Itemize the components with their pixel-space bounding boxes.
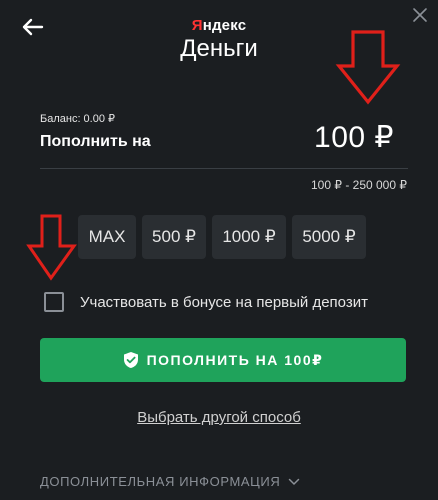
logo-word-rest: ндекс (202, 17, 247, 34)
yandex-money-logo: Яндекс Деньги (0, 18, 438, 64)
deposit-button-label: ПОПОЛНИТЬ НА 100₽ (146, 351, 324, 368)
preset-1000-button[interactable]: 1000 ₽ (212, 215, 286, 259)
deposit-button[interactable]: ПОПОЛНИТЬ НА 100₽ (40, 338, 406, 382)
logo-subtitle: Деньги (180, 35, 258, 62)
bonus-checkbox[interactable] (44, 292, 64, 312)
deposit-label: Пополнить на (40, 133, 151, 150)
preset-amounts: MAX 500 ₽ 1000 ₽ 5000 ₽ (78, 215, 366, 259)
bonus-row[interactable]: Участвовать в бонусе на первый депозит (44, 292, 368, 312)
logo-wordmark: Яндекс (0, 18, 438, 34)
more-info-label: ДОПОЛНИТЕЛЬНАЯ ИНФОРМАЦИЯ (40, 474, 281, 489)
other-method-link[interactable]: Выбрать другой способ (0, 409, 438, 426)
amount-range: 100 ₽ - 250 000 ₽ (311, 178, 407, 192)
amount-underline (40, 168, 408, 169)
preset-5000-button[interactable]: 5000 ₽ (292, 215, 366, 259)
balance-text: Баланс: 0.00 ₽ (40, 113, 116, 125)
bonus-label: Участвовать в бонусе на первый депозит (80, 293, 368, 311)
shield-check-icon (123, 352, 138, 368)
logo-letter-red: Я (191, 17, 203, 34)
amount-input[interactable]: 100 ₽ (314, 120, 394, 155)
red-down-arrow-icon (26, 214, 77, 281)
preset-max-button[interactable]: MAX (78, 215, 136, 259)
chevron-down-icon (289, 478, 300, 485)
preset-500-button[interactable]: 500 ₽ (142, 215, 206, 259)
more-info-toggle[interactable]: ДОПОЛНИТЕЛЬНАЯ ИНФОРМАЦИЯ (40, 474, 300, 489)
